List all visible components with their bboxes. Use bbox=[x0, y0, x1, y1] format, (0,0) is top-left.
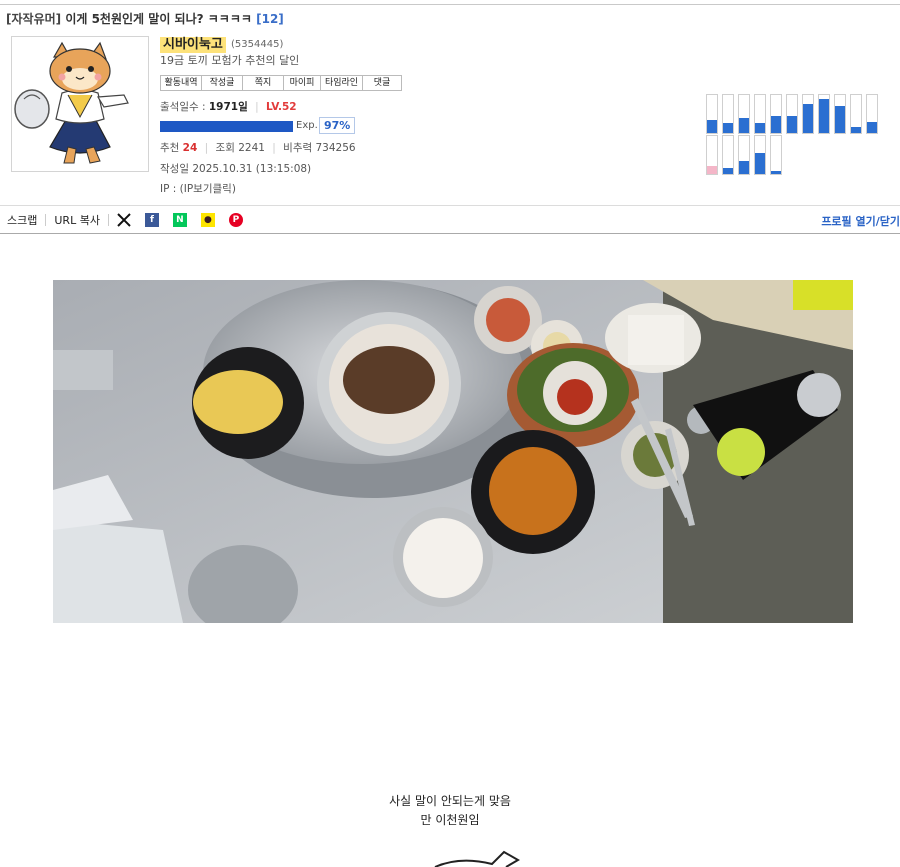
top-row-bar bbox=[802, 94, 814, 134]
top-row-bar-fill bbox=[723, 123, 733, 133]
timeline-button[interactable]: 타임라인 bbox=[320, 75, 363, 91]
bottom-row-bar-fill bbox=[755, 153, 765, 174]
top-row-bar-fill bbox=[835, 106, 845, 133]
ip-label: IP : bbox=[160, 183, 177, 195]
pinterest-icon[interactable]: P bbox=[228, 213, 243, 227]
top-row-bar bbox=[738, 94, 750, 134]
comments-button[interactable]: 댓글 bbox=[362, 75, 402, 91]
exp-label: Exp. bbox=[296, 120, 318, 131]
top-row-bar-fill bbox=[787, 116, 797, 133]
activity-bar-chart bbox=[706, 94, 879, 176]
top-row-bar-fill bbox=[755, 123, 765, 133]
message-button[interactable]: 쪽지 bbox=[242, 75, 284, 91]
top-row-bar-fill bbox=[851, 127, 861, 133]
comment-count[interactable]: [12] bbox=[256, 12, 284, 26]
ratio-label: 비추력 bbox=[283, 142, 313, 154]
food-photo bbox=[53, 280, 853, 623]
views-label: 조회 bbox=[215, 142, 235, 154]
exp-progress-bar bbox=[160, 121, 293, 132]
top-row-bar bbox=[866, 94, 878, 134]
attendance-value: 1971일 bbox=[208, 101, 248, 113]
bottom-row-bar bbox=[738, 135, 750, 175]
scrap-button[interactable]: 스크랩 bbox=[7, 212, 37, 228]
activity-history-button[interactable]: 활동내역 bbox=[160, 75, 202, 91]
top-row-bar bbox=[786, 94, 798, 134]
written-posts-button[interactable]: 작성글 bbox=[201, 75, 243, 91]
top-border bbox=[0, 4, 900, 5]
top-row-bar-fill bbox=[739, 118, 749, 133]
top-row-bar-fill bbox=[803, 104, 813, 133]
partial-drawing bbox=[430, 850, 530, 867]
top-row-bar bbox=[722, 94, 734, 134]
top-row-bar-fill bbox=[867, 122, 877, 133]
top-row-bar bbox=[770, 94, 782, 134]
post-category[interactable]: [자작유머] bbox=[6, 12, 61, 26]
author-nickname[interactable]: 시바이눅고 bbox=[160, 37, 226, 53]
bottom-row-bar-fill bbox=[771, 171, 781, 174]
post-title-text: 이게 5천원인게 말이 되나? ㅋㅋㅋㅋ bbox=[65, 12, 252, 26]
profile-toggle-link[interactable]: 프로필 열기/닫기 bbox=[821, 213, 900, 229]
bottom-row-bar bbox=[770, 135, 782, 175]
top-row-bar-fill bbox=[771, 116, 781, 133]
top-row-bar bbox=[818, 94, 830, 134]
top-row-bar-fill bbox=[819, 99, 829, 133]
top-row-bar bbox=[754, 94, 766, 134]
bottom-row-bar-fill bbox=[739, 161, 749, 174]
facebook-icon[interactable]: f bbox=[144, 213, 159, 227]
views-count: 2241 bbox=[238, 142, 265, 154]
kakao-icon[interactable]: ● bbox=[200, 213, 215, 227]
mypi-button[interactable]: 마이피 bbox=[283, 75, 321, 91]
top-row-bar-fill bbox=[707, 120, 717, 133]
date-line: 작성일 2025.10.31 (13:15:08) bbox=[160, 161, 311, 176]
recommend-count: 24 bbox=[182, 142, 198, 154]
share-bar: 스크랩 URL 복사 f N ● P bbox=[7, 211, 257, 229]
divider bbox=[0, 233, 900, 234]
author-title: 19금 토끼 모험가 추천의 달인 bbox=[160, 54, 300, 67]
post-title: [자작유머] 이게 5천원인게 말이 되나? ㅋㅋㅋㅋ [12] bbox=[6, 10, 284, 27]
date-label: 작성일 bbox=[160, 163, 189, 175]
ratio-value: 734256 bbox=[315, 142, 356, 154]
naver-icon[interactable]: N bbox=[172, 213, 187, 227]
author-user-id: (5354445) bbox=[231, 39, 284, 50]
x-icon[interactable] bbox=[117, 213, 131, 227]
attendance-label: 출석일수 : bbox=[160, 101, 206, 113]
bottom-row-bar bbox=[706, 135, 718, 175]
top-row-bar bbox=[850, 94, 862, 134]
divider bbox=[0, 205, 900, 206]
attendance-line: 출석일수 : 1971일 | LV.52 bbox=[160, 101, 297, 113]
date-value: 2025.10.31 bbox=[192, 163, 253, 175]
url-copy-button[interactable]: URL 복사 bbox=[54, 212, 100, 228]
ip-reveal-link[interactable]: (IP보기클릭) bbox=[180, 183, 236, 195]
bottom-row-bar bbox=[722, 135, 734, 175]
top-row-bar bbox=[706, 94, 718, 134]
profile-buttons: 활동내역 작성글 쪽지 마이피 타임라인 댓글 bbox=[160, 75, 402, 91]
bottom-row-bar-fill bbox=[723, 168, 733, 174]
bottom-row-bar bbox=[754, 135, 766, 175]
recommend-label: 추천 bbox=[160, 142, 180, 154]
body-text-line-2: 만 이천원임 bbox=[420, 813, 480, 827]
time-value: (13:15:08) bbox=[255, 163, 312, 175]
top-row-bar bbox=[834, 94, 846, 134]
exp-percent: 97% bbox=[319, 117, 356, 134]
post-stats-line: 추천 24 | 조회 2241 | 비추력 734256 bbox=[160, 142, 356, 154]
bottom-row-bar-fill bbox=[707, 166, 717, 174]
avatar[interactable] bbox=[11, 36, 149, 172]
ip-line: IP : (IP보기클릭) bbox=[160, 181, 236, 196]
level-badge: LV.52 bbox=[265, 101, 297, 113]
shiba-avatar-illustration bbox=[14, 41, 129, 164]
body-text-line-1: 사실 말이 안되는게 맞음 bbox=[389, 794, 511, 808]
